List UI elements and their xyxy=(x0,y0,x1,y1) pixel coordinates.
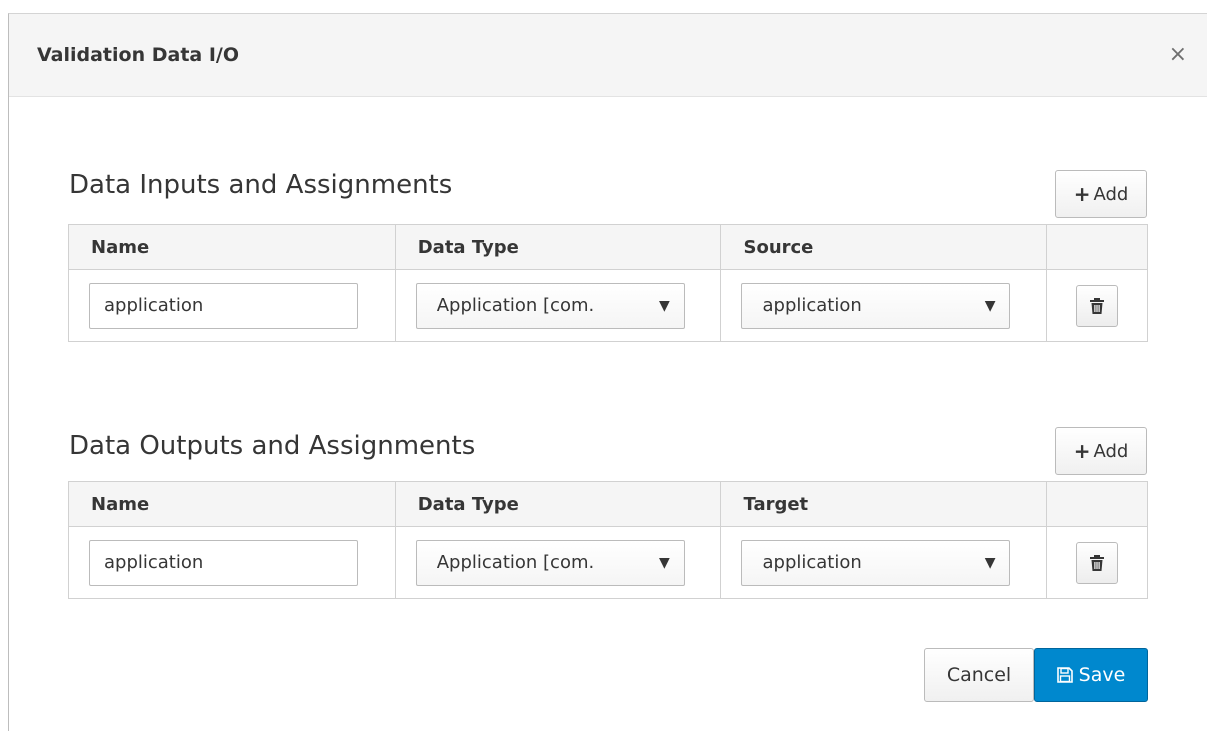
input-source-value: application xyxy=(762,295,862,316)
add-output-label: Add xyxy=(1093,440,1129,462)
close-icon[interactable]: × xyxy=(1169,42,1187,67)
data-io-dialog: Validation Data I/O × xyxy=(8,13,1207,731)
input-name-field[interactable] xyxy=(89,282,358,329)
column-header-target: Target xyxy=(720,481,1048,527)
output-data-type-select[interactable]: Application [com. ▼ xyxy=(415,539,685,586)
output-target-value: application xyxy=(762,552,862,573)
input-source-select[interactable]: application ▼ xyxy=(741,282,1011,329)
column-header-name: Name xyxy=(68,224,396,270)
plus-icon: + xyxy=(1073,182,1091,206)
column-header-data-type: Data Type xyxy=(394,224,722,270)
save-button[interactable]: Save xyxy=(1034,648,1148,702)
cancel-button[interactable]: Cancel xyxy=(924,648,1034,702)
input-data-type-value: Application [com. xyxy=(436,295,595,316)
caret-down-icon: ▼ xyxy=(984,297,996,314)
trash-icon xyxy=(1090,297,1105,314)
outputs-table: Name Data Type Target Application [com. … xyxy=(68,481,1148,599)
inputs-table: Name Data Type Source Application [com. … xyxy=(68,224,1148,342)
column-header-name: Name xyxy=(68,481,396,527)
inputs-section-title: Data Inputs and Assignments xyxy=(69,170,453,200)
caret-down-icon: ▼ xyxy=(658,554,670,571)
column-header-data-type: Data Type xyxy=(394,481,722,527)
output-name-field[interactable] xyxy=(89,539,358,586)
input-data-type-select[interactable]: Application [com. ▼ xyxy=(415,282,685,329)
background-page-strip xyxy=(0,0,1207,13)
add-input-label: Add xyxy=(1093,183,1129,205)
output-data-type-value: Application [com. xyxy=(436,552,595,573)
caret-down-icon: ▼ xyxy=(984,554,996,571)
table-header-row: Name Data Type Source xyxy=(68,224,1148,270)
output-target-select[interactable]: application ▼ xyxy=(741,539,1011,586)
column-header-actions xyxy=(1046,481,1148,527)
trash-icon xyxy=(1090,554,1105,571)
dialog-title: Validation Data I/O xyxy=(37,44,239,66)
save-label: Save xyxy=(1078,664,1126,686)
column-header-actions xyxy=(1046,224,1148,270)
delete-input-button[interactable] xyxy=(1076,284,1119,327)
dialog-header: Validation Data I/O × xyxy=(9,14,1207,97)
floppy-icon xyxy=(1056,667,1073,683)
column-header-source: Source xyxy=(720,224,1048,270)
table-row: Application [com. ▼ application ▼ xyxy=(68,526,1148,599)
table-header-row: Name Data Type Target xyxy=(68,481,1148,527)
delete-output-button[interactable] xyxy=(1076,541,1119,584)
plus-icon: + xyxy=(1073,439,1091,463)
add-output-button[interactable]: + Add xyxy=(1055,427,1147,475)
table-row: Application [com. ▼ application ▼ xyxy=(68,269,1148,342)
add-input-button[interactable]: + Add xyxy=(1055,170,1147,218)
outputs-section-title: Data Outputs and Assignments xyxy=(69,431,476,461)
caret-down-icon: ▼ xyxy=(658,297,670,314)
